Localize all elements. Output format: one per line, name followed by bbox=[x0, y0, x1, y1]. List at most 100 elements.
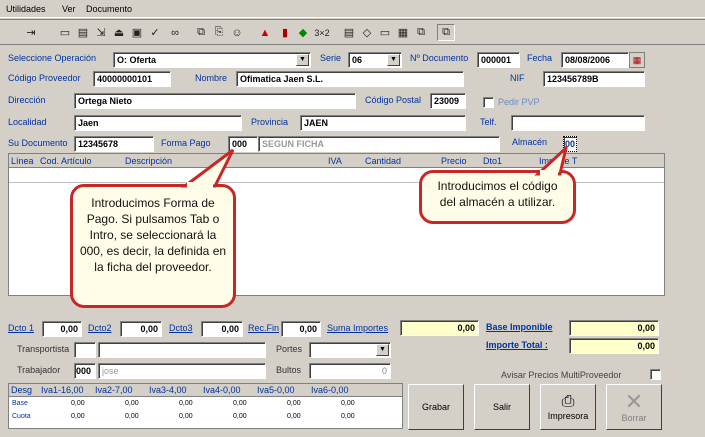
ndoc-input[interactable]: 000001 bbox=[477, 52, 520, 68]
bultos-input[interactable]: 0 bbox=[309, 363, 391, 379]
grabar-button[interactable]: Grabar bbox=[408, 384, 464, 430]
formapago-desc: SEGUN FICHA bbox=[258, 136, 500, 152]
callout-forma-pago-pointer bbox=[180, 148, 235, 190]
printer-icon: ⎙ bbox=[561, 393, 575, 410]
localidad-label: Localidad bbox=[8, 117, 47, 127]
dcto3-input[interactable]: 0,00 bbox=[201, 321, 243, 337]
chevron-down-icon[interactable]: ▼ bbox=[387, 54, 400, 66]
direccion-label: Dirección bbox=[8, 95, 46, 105]
view-icon[interactable]: ⧉ bbox=[437, 24, 455, 41]
copy2-icon[interactable]: ⧉ bbox=[412, 24, 430, 41]
col-dto1[interactable]: Dto1 bbox=[483, 156, 502, 166]
salir-label: Salir bbox=[492, 402, 511, 412]
callout-almacen-pointer bbox=[534, 146, 569, 176]
direccion-input[interactable]: Ortega Nieto bbox=[74, 93, 356, 109]
iva-header-1: Iva1-16,00 bbox=[41, 385, 84, 395]
chevron-down-icon[interactable]: ▼ bbox=[296, 54, 309, 66]
copy-icon[interactable]: ⧉ bbox=[192, 24, 210, 41]
exit-icon[interactable]: ⇥ bbox=[22, 24, 40, 41]
avisar-label: Avisar Precios MultiProveedor bbox=[501, 370, 622, 380]
col-linea[interactable]: Línea bbox=[11, 156, 34, 166]
cp-input[interactable]: 23009 bbox=[430, 93, 466, 109]
transportista-name-input[interactable] bbox=[98, 342, 266, 358]
dcto2-input[interactable]: 0,00 bbox=[120, 321, 162, 337]
nombre-input[interactable]: Ofimatica Jaen S.L. bbox=[236, 71, 464, 87]
sudoc-input[interactable]: 12345678 bbox=[74, 136, 154, 152]
calendar-icon[interactable]: ▦ bbox=[629, 52, 645, 68]
menu-ver[interactable]: Ver bbox=[62, 4, 76, 14]
dcto1-link[interactable]: Dcto 1 bbox=[8, 323, 34, 333]
iva-cell: 0,00 bbox=[125, 400, 139, 407]
iva-cell: 0,00 bbox=[341, 400, 355, 407]
multiply-icon[interactable]: 3×2 bbox=[313, 24, 331, 41]
iva-row-base-label: Base bbox=[12, 400, 28, 407]
grabar-label: Grabar bbox=[421, 402, 450, 412]
operacion-label: Seleccione Operación bbox=[8, 53, 97, 63]
salir-button[interactable]: Salir bbox=[474, 384, 530, 430]
col-iva[interactable]: IVA bbox=[328, 156, 342, 166]
fecha-input[interactable]: 08/08/2006 bbox=[561, 52, 629, 68]
iva-cell: 0,00 bbox=[179, 400, 193, 407]
check-icon[interactable]: ✓ bbox=[146, 24, 164, 41]
nombre-label: Nombre bbox=[195, 73, 228, 83]
provincia-input[interactable]: JAEN bbox=[300, 115, 466, 131]
toolbar: ⇥ ▭ ▤ ⇲ ⏏ ▣ ✓ ∞ ⧉ ⎘ ☺ ▲ ▮ ◆ 3×2 ▤ ◇ ▭ ▦ … bbox=[0, 19, 705, 45]
col-cod-articulo[interactable]: Cod. Artículo bbox=[40, 156, 92, 166]
eject-icon[interactable]: ⏏ bbox=[110, 24, 128, 41]
importe-total-link[interactable]: Importe Total : bbox=[486, 340, 548, 350]
borrar-button[interactable]: ✕ Borrar bbox=[606, 384, 662, 430]
warning-icon[interactable]: ▲ bbox=[256, 24, 274, 41]
dcto2-link[interactable]: Dcto2 bbox=[88, 323, 112, 333]
trabajador-code-input[interactable]: 000 bbox=[74, 363, 96, 379]
print-icon[interactable]: ▭ bbox=[376, 24, 394, 41]
pedir-pvp-checkbox[interactable] bbox=[483, 97, 494, 108]
borrar-label: Borrar bbox=[621, 413, 647, 423]
save-icon[interactable]: ▣ bbox=[128, 24, 146, 41]
base-imponible-link[interactable]: Base Imponible bbox=[486, 322, 553, 332]
nif-input[interactable]: 123456789B bbox=[543, 71, 645, 87]
iva-header-6: Iva6-0,00 bbox=[311, 385, 349, 395]
localidad-input[interactable]: Jaen bbox=[74, 115, 242, 131]
col-cantidad[interactable]: Cantidad bbox=[365, 156, 401, 166]
dcto3-link[interactable]: Dcto3 bbox=[169, 323, 193, 333]
operacion-select[interactable]: O: Oferta ▼ bbox=[113, 52, 311, 68]
portes-select[interactable]: ▼ bbox=[309, 342, 391, 358]
importe-total-value: 0,00 bbox=[569, 338, 659, 354]
serie-value: 06 bbox=[352, 55, 363, 65]
mask-icon[interactable]: ☺ bbox=[228, 24, 246, 41]
menu-bar: Utilidades Ver Documento bbox=[0, 0, 705, 18]
open-icon[interactable]: ▤ bbox=[74, 24, 92, 41]
paste-icon[interactable]: ⎘ bbox=[210, 24, 228, 41]
calculator-icon[interactable]: ▦ bbox=[394, 24, 412, 41]
doc-icon[interactable]: ▤ bbox=[340, 24, 358, 41]
sudoc-label: Su Documento bbox=[8, 138, 68, 148]
transportista-code-input[interactable] bbox=[74, 342, 96, 358]
import-icon[interactable]: ⇲ bbox=[92, 24, 110, 41]
col-descripcion[interactable]: Descripción bbox=[125, 156, 172, 166]
cp-label: Código Postal bbox=[365, 95, 422, 105]
new-icon[interactable]: ▭ bbox=[56, 24, 74, 41]
codprov-label: Código Proveedor bbox=[8, 73, 81, 83]
gem-icon[interactable]: ◆ bbox=[294, 24, 312, 41]
serie-select[interactable]: 06 ▼ bbox=[348, 52, 402, 68]
chevron-down-icon[interactable]: ▼ bbox=[376, 344, 389, 356]
suma-importes-link[interactable]: Suma Importes bbox=[327, 323, 388, 333]
eraser-icon[interactable]: ◇ bbox=[358, 24, 376, 41]
codprov-input[interactable]: 40000000101 bbox=[93, 71, 171, 87]
avisar-checkbox[interactable] bbox=[650, 369, 661, 380]
telf-input[interactable] bbox=[511, 115, 645, 131]
col-precio[interactable]: Precio bbox=[441, 156, 467, 166]
menu-utilidades[interactable]: Utilidades bbox=[6, 4, 46, 14]
iva-header-desg: Desg bbox=[11, 385, 33, 395]
dcto1-input[interactable]: 0,00 bbox=[42, 321, 82, 337]
recfin-input[interactable]: 0,00 bbox=[281, 321, 321, 337]
recfin-link[interactable]: Rec.Fin bbox=[248, 323, 279, 333]
impresora-button[interactable]: ⎙ Impresora bbox=[540, 384, 596, 430]
book-icon[interactable]: ▮ bbox=[276, 24, 294, 41]
iva-header: Desg Iva1-16,00 Iva2-7,00 Iva3-4,00 Iva4… bbox=[9, 384, 402, 397]
telf-label: Telf. bbox=[480, 117, 497, 127]
iva-table: Desg Iva1-16,00 Iva2-7,00 Iva3-4,00 Iva4… bbox=[8, 383, 403, 429]
iva-cell: 0,00 bbox=[179, 413, 193, 420]
menu-documento[interactable]: Documento bbox=[86, 4, 132, 14]
binoculars-icon[interactable]: ∞ bbox=[166, 24, 184, 41]
